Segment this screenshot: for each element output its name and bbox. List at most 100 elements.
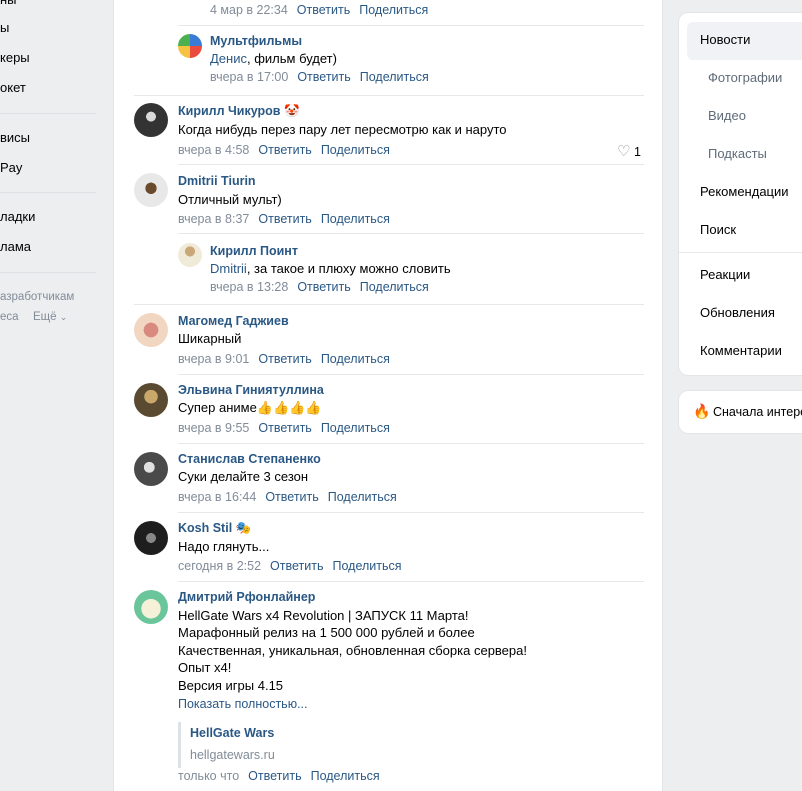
share-button[interactable]: Поделиться — [328, 490, 397, 504]
reply-button[interactable]: Ответить — [297, 3, 350, 17]
filter-news[interactable]: Новости — [700, 32, 750, 47]
like-button[interactable]: ♡ 1 — [617, 142, 641, 160]
left-menu-item[interactable]: керы — [0, 50, 30, 65]
comment-author[interactable]: Мультфильмы — [210, 34, 302, 48]
divider — [178, 512, 644, 513]
divider — [178, 443, 644, 444]
comment-text: Надо глянуть... — [178, 539, 270, 554]
left-menu-item[interactable]: окет — [0, 80, 26, 95]
avatar[interactable] — [134, 173, 168, 207]
comment-meta: вчера в 9:55 Ответить Поделиться — [178, 421, 390, 435]
sort-card[interactable]: 🔥 Сначала интере — [678, 390, 802, 434]
share-button[interactable]: Поделиться — [359, 3, 428, 17]
divider — [178, 164, 644, 165]
divider — [178, 25, 644, 26]
divider — [178, 374, 644, 375]
link-snippet-title[interactable]: HellGate Wars — [190, 726, 274, 740]
reply-button[interactable]: Ответить — [297, 280, 350, 294]
comment-date[interactable]: только что — [178, 769, 239, 783]
share-button[interactable]: Поделиться — [311, 769, 380, 783]
reply-button[interactable]: Ответить — [248, 769, 301, 783]
avatar[interactable] — [134, 103, 168, 137]
share-button[interactable]: Поделиться — [332, 559, 401, 573]
reply-button[interactable]: Ответить — [258, 352, 311, 366]
left-menu-item[interactable]: ы — [0, 20, 9, 35]
comment-text: Dmitrii, за такое и плюху можно словить — [210, 260, 451, 278]
share-button[interactable]: Поделиться — [321, 143, 390, 157]
comment-meta: вчера в 9:01 Ответить Поделиться — [178, 352, 390, 366]
comment-author-name[interactable]: Kosh Stil — [178, 521, 232, 535]
avatar[interactable] — [134, 521, 168, 555]
like-count: 1 — [633, 145, 641, 159]
share-button[interactable]: Поделиться — [321, 352, 390, 366]
comment-date[interactable]: вчера в 9:01 — [178, 352, 249, 366]
comment-meta: 4 мар в 22:34 Ответить Поделиться — [210, 3, 428, 17]
avatar[interactable] — [134, 313, 168, 347]
comment-date[interactable]: вчера в 17:00 — [210, 70, 288, 84]
share-button[interactable]: Поделиться — [321, 212, 390, 226]
filter-reactions[interactable]: Реакции — [700, 267, 750, 282]
heart-icon: ♡ — [617, 143, 631, 160]
comment-author[interactable]: Dmitrii Tiurin — [178, 174, 256, 188]
filter-comments[interactable]: Комментарии — [700, 343, 782, 358]
filter-updates[interactable]: Обновления — [700, 305, 775, 320]
comment-text: Супер аниме👍👍👍👍 — [178, 399, 322, 417]
comment-text: Когда нибудь перез пару лет пересмотрю к… — [178, 122, 507, 137]
show-more-link[interactable]: Показать полностью... — [178, 697, 308, 711]
left-menu-item[interactable]: ладки — [0, 209, 35, 224]
avatar[interactable] — [134, 590, 168, 624]
reply-button[interactable]: Ответить — [265, 490, 318, 504]
comment-text-line: Марафонный релиз на 1 500 000 рублей и б… — [178, 625, 475, 640]
share-button[interactable]: Поделиться — [321, 421, 390, 435]
mention-link[interactable]: Dmitrii — [210, 261, 247, 276]
comment-date[interactable]: вчера в 9:55 — [178, 421, 249, 435]
reply-button[interactable]: Ответить — [258, 421, 311, 435]
filter-recommendations[interactable]: Рекомендации — [700, 184, 789, 199]
footer-more-button[interactable]: Ещё ⌄ — [33, 311, 67, 323]
comment-author: Kosh Stil 🎭 — [178, 521, 251, 536]
comment-date[interactable]: вчера в 16:44 — [178, 490, 256, 504]
comment-meta: вчера в 4:58 Ответить Поделиться — [178, 143, 390, 157]
left-menu-divider — [0, 272, 96, 273]
reply-button[interactable]: Ответить — [258, 212, 311, 226]
link-snippet-url[interactable]: hellgatewars.ru — [190, 748, 275, 762]
left-menu-item[interactable]: Pay — [0, 160, 22, 175]
avatar[interactable] — [178, 34, 202, 58]
reply-button[interactable]: Ответить — [270, 559, 323, 573]
left-menu-item[interactable]: ны — [0, 0, 17, 7]
comment-text: Шикарный — [178, 331, 242, 346]
comment-author-name[interactable]: Кирилл Чикуров — [178, 104, 280, 118]
left-menu-item[interactable]: лама — [0, 239, 31, 254]
footer-link-developers[interactable]: азработчикам — [0, 291, 74, 303]
avatar[interactable] — [178, 243, 202, 267]
comment-author: Кирилл Чикуров 🤡 — [178, 104, 300, 119]
comment-date[interactable]: вчера в 13:28 — [210, 280, 288, 294]
clown-emoji-icon: 🤡 — [283, 104, 300, 118]
comment-author[interactable]: Магомед Гаджиев — [178, 314, 289, 328]
comment-author[interactable]: Эльвина Гиниятуллина — [178, 383, 324, 397]
mention-link[interactable]: Денис — [210, 51, 247, 66]
share-button[interactable]: Поделиться — [360, 70, 429, 84]
comment-date[interactable]: вчера в 4:58 — [178, 143, 249, 157]
comment-author[interactable]: Кирилл Поинт — [210, 244, 298, 258]
mask-emoji-icon: 🎭 — [235, 521, 252, 535]
comment-date[interactable]: вчера в 8:37 — [178, 212, 249, 226]
divider — [178, 581, 644, 582]
filter-photos[interactable]: Фотографии — [708, 70, 782, 85]
filter-search[interactable]: Поиск — [700, 222, 736, 237]
reply-button[interactable]: Ответить — [258, 143, 311, 157]
comments-card: 4 мар в 22:34 Ответить Поделиться Мультфил… — [113, 0, 663, 791]
left-menu-item[interactable]: висы — [0, 130, 30, 145]
comment-date[interactable]: 4 мар в 22:34 — [210, 3, 288, 17]
footer-link-business[interactable]: еса — [0, 311, 19, 323]
comment-date[interactable]: сегодня в 2:52 — [178, 559, 261, 573]
filter-video[interactable]: Видео — [708, 108, 746, 123]
avatar[interactable] — [134, 452, 168, 486]
comment-author[interactable]: Дмитрий Рфонлайнер — [178, 590, 315, 604]
filter-podcasts[interactable]: Подкасты — [708, 146, 767, 161]
avatar[interactable] — [134, 383, 168, 417]
divider — [134, 95, 644, 96]
share-button[interactable]: Поделиться — [360, 280, 429, 294]
reply-button[interactable]: Ответить — [297, 70, 350, 84]
comment-author[interactable]: Станислав Степаненко — [178, 452, 321, 466]
